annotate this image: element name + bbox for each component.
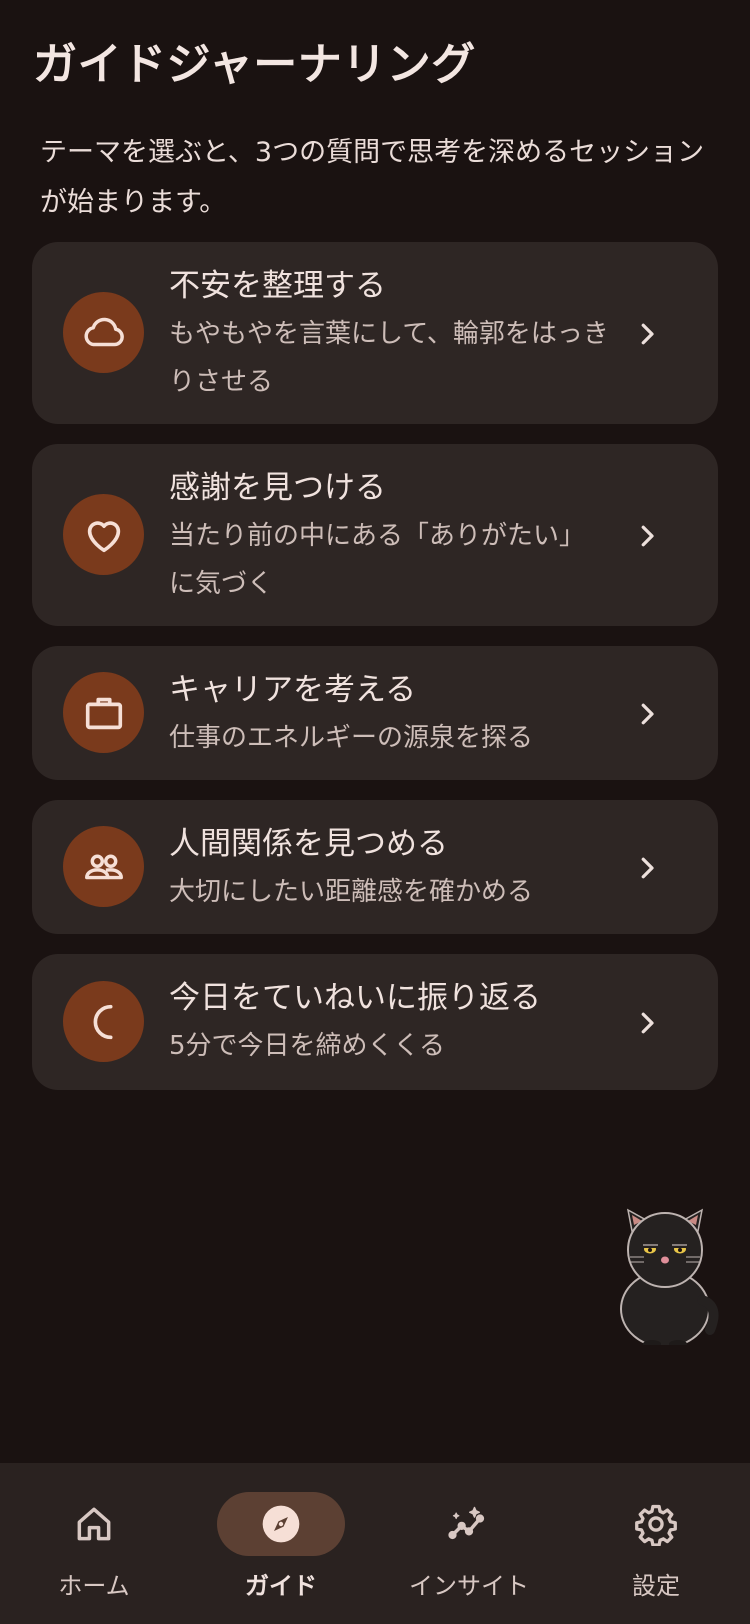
theme-card-career[interactable]: キャリアを考える 仕事のエネルギーの源泉を探る xyxy=(32,646,718,780)
chevron-right-icon xyxy=(641,857,654,879)
chevron-right-icon xyxy=(641,703,654,725)
theme-title: 今日をていねいに振り返る xyxy=(169,980,541,1016)
nav-label: ガイド xyxy=(245,1572,317,1600)
cloud-icon xyxy=(63,292,144,373)
bottom-navigation: ホーム ガイド インサイト 設定 xyxy=(0,1463,750,1624)
moon-icon xyxy=(63,981,144,1062)
theme-title: 人間関係を見つめる xyxy=(169,826,448,862)
theme-title: 不安を整理する xyxy=(169,268,386,304)
nav-item-guide[interactable]: ガイド xyxy=(187,1463,375,1624)
nav-item-insights[interactable]: インサイト xyxy=(375,1463,563,1624)
nav-label: ホーム xyxy=(58,1572,130,1600)
nav-label: インサイト xyxy=(409,1572,529,1600)
theme-title: 感謝を見つける xyxy=(169,470,386,506)
theme-subtitle: 5分で今日を締めくくる xyxy=(169,1031,446,1061)
heart-icon xyxy=(63,494,144,575)
gear-icon xyxy=(635,1504,677,1546)
theme-title: キャリアを考える xyxy=(169,672,417,708)
nav-item-home[interactable]: ホーム xyxy=(0,1463,188,1624)
theme-card-daily-reflection[interactable]: 今日をていねいに振り返る 5分で今日を締めくくる xyxy=(32,954,718,1090)
theme-subtitle: もやもやを言葉にして、輪郭をはっきりさせる xyxy=(169,319,609,397)
chevron-right-icon xyxy=(641,323,654,345)
theme-subtitle: 仕事のエネルギーの源泉を探る xyxy=(169,723,534,753)
nav-item-settings[interactable]: 設定 xyxy=(562,1463,750,1624)
intro-text: テーマを選ぶと、3つの質問で思考を深めるセッションが始まります。 xyxy=(40,137,705,218)
chevron-right-icon xyxy=(641,525,654,547)
page-title: ガイドジャーナリング xyxy=(33,39,476,90)
cat-mascot[interactable] xyxy=(610,1205,720,1345)
home-icon xyxy=(77,1507,111,1541)
insights-icon xyxy=(448,1506,485,1540)
theme-subtitle: 当たり前の中にある「ありがたい」に気づく xyxy=(169,521,586,599)
chevron-right-icon xyxy=(641,1012,654,1034)
theme-card-gratitude[interactable]: 感謝を見つける 当たり前の中にある「ありがたい」に気づく xyxy=(32,444,718,626)
theme-card-relationships[interactable]: 人間関係を見つめる 大切にしたい距離感を確かめる xyxy=(32,800,718,934)
briefcase-icon xyxy=(63,672,144,753)
compass-icon xyxy=(262,1505,300,1543)
people-icon xyxy=(63,826,144,907)
theme-subtitle: 大切にしたい距離感を確かめる xyxy=(169,877,534,907)
theme-card-anxiety[interactable]: 不安を整理する もやもやを言葉にして、輪郭をはっきりさせる xyxy=(32,242,718,424)
nav-label: 設定 xyxy=(632,1572,680,1600)
